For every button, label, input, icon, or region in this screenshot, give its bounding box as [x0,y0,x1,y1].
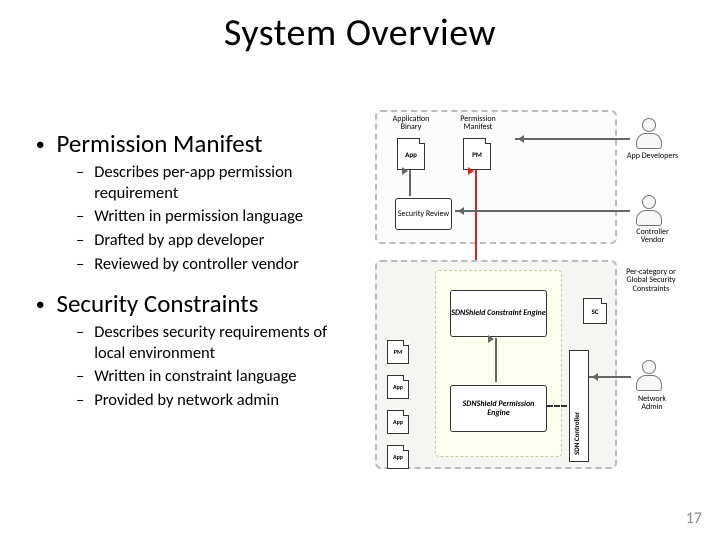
bullet-security-constraints: ● Security Constraints [30,288,360,319]
sub-bullet: –Describes per-app permission requiremen… [76,162,360,203]
network-admin-icon [635,360,663,392]
bullet-heading: Security Constraints [56,288,258,319]
arrow-left-icon [455,210,630,212]
pm-file-box: PM [463,138,491,170]
dash-icon: – [76,254,84,275]
page-number: 17 [686,509,702,528]
label-sdn-controller: SDN Controller [572,365,581,455]
security-review-box: Security Review [395,198,452,230]
arrow-left-icon [589,376,631,378]
dash-icon: – [76,230,84,251]
app-file-small: App [387,410,409,434]
bullet-heading: Permission Manifest [56,128,262,159]
bullet-dot-icon: ● [36,296,44,313]
label-sc: Per-category or Global Security Constrai… [620,268,682,293]
constraint-engine-box: SDNShield Constraint Engine [450,290,547,337]
dash-icon: – [76,206,84,227]
dashed-connector [547,405,567,407]
app-developers-icon [635,118,663,150]
sc-file-box: SC [583,298,607,324]
app-file-small: App [387,375,409,399]
architecture-diagram: Application Binary Permission Manifest A… [375,110,695,475]
sub-bullet: –Provided by network admin [76,390,360,411]
bullet-permission-manifest: ● Permission Manifest [30,128,360,159]
sub-bullet: –Reviewed by controller vendor [76,254,360,275]
sub-bullet: –Drafted by app developer [76,230,360,251]
arrow-down-icon [409,170,411,196]
sub-bullet: –Written in permission language [76,206,360,227]
dash-icon: – [76,162,84,183]
label-app-binary: Application Binary [387,115,435,132]
label-perm-manifest: Permission Manifest [453,115,503,132]
app-file-small: App [387,445,409,469]
arrow-left-icon [515,138,630,140]
label-controller-vendor: Controller Vendor [625,228,680,245]
app-file-box: App [397,138,425,170]
dash-icon: – [76,322,84,343]
sub-bullet: –Describes security requirements of loca… [76,322,360,363]
permission-engine-box: SDNShield Permission Engine [450,385,547,432]
text-content: ● Permission Manifest –Describes per-app… [30,120,360,414]
pm-file-small: PM [387,340,409,364]
slide-title: System Overview [0,0,720,56]
dash-icon: – [76,390,84,411]
controller-vendor-icon [635,195,663,227]
label-network-admin: Network Admin [627,395,677,412]
arrow-down-icon [495,338,497,382]
label-app-developers: App Developers [625,152,680,160]
bullet-dot-icon: ● [36,136,44,153]
dash-icon: – [76,366,84,387]
sub-bullet: –Written in constraint language [76,366,360,387]
